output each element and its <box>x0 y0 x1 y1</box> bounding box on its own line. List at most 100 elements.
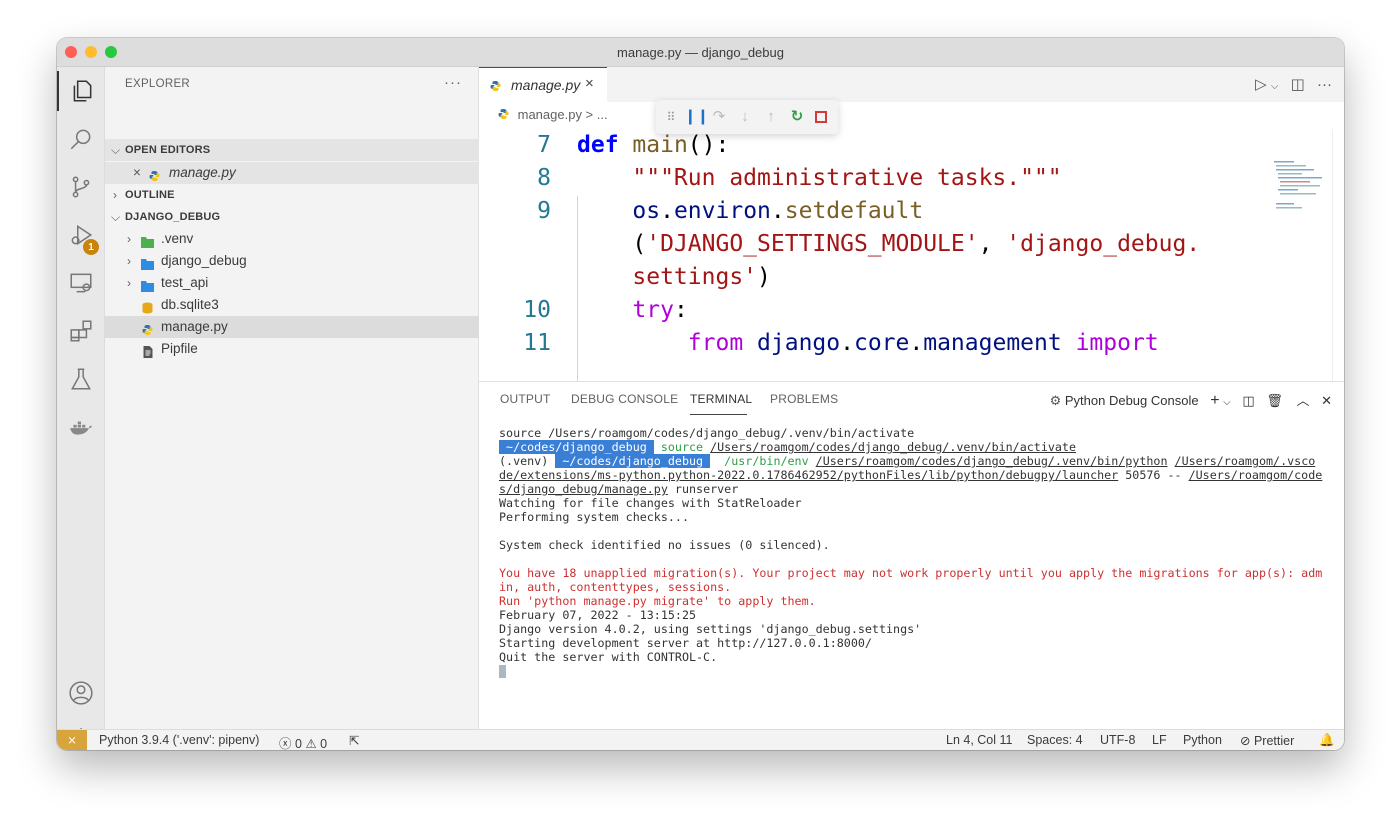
terminal-output[interactable]: source /Users/roamgom/codes/django_debug… <box>499 426 1329 678</box>
tab-manage-py[interactable]: manage.py × <box>479 67 607 102</box>
more-actions-icon[interactable]: ··· <box>1317 76 1332 93</box>
drag-handle-icon[interactable]: ⠿ <box>662 108 680 126</box>
pause-icon[interactable]: ❙❙ <box>684 108 709 126</box>
tree-item-pipfile[interactable]: Pipfile <box>105 338 479 360</box>
testing-icon[interactable] <box>57 359 105 399</box>
run-debug-icon[interactable]: 1 <box>57 215 105 255</box>
encoding[interactable]: UTF-8 <box>1100 733 1135 747</box>
minimap[interactable] <box>1274 159 1330 219</box>
tree-item-label: django_debug <box>161 253 247 268</box>
bottom-panel: OUTPUT DEBUG CONSOLE TERMINAL PROBLEMS ⚙… <box>479 381 1344 729</box>
tab-problems[interactable]: PROBLEMS <box>770 392 838 406</box>
terminal-name[interactable]: Python Debug Console <box>1065 393 1199 408</box>
prompt-cmd: source <box>653 440 711 454</box>
tree-item-manage-py[interactable]: manage.py <box>105 316 479 338</box>
terminal-text: 50576 -- <box>1118 468 1189 482</box>
source-control-icon[interactable] <box>57 167 105 207</box>
account-icon[interactable] <box>57 673 105 713</box>
open-editor-item[interactable]: × manage.py <box>105 162 479 184</box>
outline-label: OUTLINE <box>125 189 175 201</box>
split-terminal-icon[interactable]: ◫ <box>1242 393 1254 408</box>
run-icon[interactable]: ▷ <box>1255 76 1267 93</box>
window-title: manage.py — django_debug <box>617 45 784 60</box>
status-bar: ⨯ Python 3.9.4 ('.venv': pipenv) ⓧ 0 ⚠ 0… <box>57 729 1344 750</box>
notifications-icon[interactable]: 🔔 <box>1319 733 1335 748</box>
terminal-link[interactable]: /Users/roamgom/codes/django_debug/.venv/… <box>710 440 1076 454</box>
debug-status-icon[interactable]: ⇱ <box>349 733 359 748</box>
terminal-line: de/extensions/ms-python.python-2022.0.17… <box>499 468 1329 482</box>
close-icon[interactable]: × <box>133 162 141 184</box>
settings-icon[interactable] <box>57 721 105 729</box>
terminal-link[interactable]: /Users/roamgom/codes/django_debug/.venv/… <box>816 454 1168 468</box>
breadcrumb[interactable]: manage.py > ... <box>497 107 608 122</box>
code-token: os <box>632 198 661 224</box>
docker-icon[interactable] <box>57 407 105 447</box>
step-into-icon[interactable]: ↓ <box>736 108 754 126</box>
debug-console-icon: ⚙ <box>1049 393 1062 408</box>
code-token: ( <box>632 231 647 257</box>
vscode-window: manage.py — django_debug 1 EXPLORER ··· … <box>57 38 1344 750</box>
python-interpreter[interactable]: Python 3.9.4 ('.venv': pipenv) <box>99 733 259 747</box>
search-icon[interactable] <box>57 119 105 159</box>
indentation[interactable]: Spaces: 4 <box>1027 733 1083 747</box>
prettier-status[interactable]: ⊘ Prettier <box>1240 733 1294 748</box>
language-mode[interactable]: Python <box>1183 733 1222 747</box>
activity-bar: 1 1 <box>57 67 105 750</box>
explorer-more-button[interactable]: ··· <box>444 74 462 91</box>
chevron-down-icon[interactable]: ⌵ <box>1223 397 1231 408</box>
terminal-link[interactable]: s/django_debug/manage.py <box>499 482 668 496</box>
code-token: 'DJANGO_SETTINGS_MODULE' <box>646 231 979 257</box>
restart-icon[interactable]: ↻ <box>788 108 806 126</box>
prompt-cmd: /usr/bin/env <box>710 454 816 468</box>
tab-output[interactable]: OUTPUT <box>500 392 551 406</box>
cursor-position[interactable]: Ln 4, Col 11 <box>946 733 1012 747</box>
explorer-header: EXPLORER <box>125 78 191 90</box>
tree-item-venv[interactable]: › .venv <box>105 228 479 250</box>
project-section[interactable]: ⌵ DJANGO_DEBUG <box>105 206 479 228</box>
tab-debug-console[interactable]: DEBUG CONSOLE <box>571 392 678 406</box>
terminal-line: (.venv) ~/codes/django_debug /usr/bin/en… <box>499 454 1329 468</box>
editor-scrollbar[interactable] <box>1332 129 1344 381</box>
trash-icon[interactable]: 🗑 <box>1266 393 1283 408</box>
debug-badge: 1 <box>83 239 99 255</box>
files-icon[interactable] <box>57 71 105 111</box>
chevron-down-icon[interactable]: ⌵ <box>1271 81 1279 92</box>
remote-explorer-icon[interactable] <box>57 263 105 303</box>
step-out-icon[interactable]: ↑ <box>762 108 780 126</box>
code-token: , <box>978 231 1007 257</box>
close-icon[interactable]: × <box>585 75 594 92</box>
close-panel-icon[interactable]: ✕ <box>1321 393 1332 408</box>
terminal-link[interactable]: /Users/roamgom/.vsco <box>1175 454 1316 468</box>
end-of-line[interactable]: LF <box>1152 733 1167 747</box>
split-editor-icon[interactable]: ◫ <box>1291 76 1305 93</box>
outline-section[interactable]: › OUTLINE <box>105 184 479 206</box>
terminal-link[interactable]: /Users/roamgom/code <box>1189 468 1323 482</box>
code-editor[interactable]: 7 def main(): 8 """Run administrative task… <box>479 129 1269 381</box>
code-token: . <box>660 198 674 224</box>
code-token: main <box>632 132 688 158</box>
tab-terminal[interactable]: TERMINAL <box>690 392 752 406</box>
folder-venv-icon <box>141 233 154 248</box>
stop-icon[interactable] <box>812 108 830 126</box>
terminal-line: Quit the server with CONTROL-C. <box>499 650 718 664</box>
editor-area: manage.py × ▷ ⌵ ◫ ··· manage.py > ... 7d… <box>479 67 1344 729</box>
line-number: 8 <box>537 165 551 191</box>
warning-icon: ⚠ <box>305 737 317 750</box>
extensions-icon[interactable] <box>57 311 105 351</box>
terminal-line: Performing system checks... <box>499 510 689 524</box>
open-editors-section[interactable]: ⌵ OPEN EDITORS <box>105 139 479 161</box>
panel-actions: ⚙ Python Debug Console + ⌵ ◫ 🗑 ︿ ✕ <box>1050 390 1332 410</box>
problems-indicator[interactable]: ⓧ 0 ⚠ 0 <box>279 733 327 750</box>
code-text: try: <box>577 294 687 327</box>
tree-item-test-api[interactable]: › test_api <box>105 272 479 294</box>
add-terminal-icon[interactable]: + <box>1210 392 1219 409</box>
open-editor-label: manage.py <box>169 165 236 180</box>
maximize-panel-icon[interactable]: ︿ <box>1296 393 1309 408</box>
terminal-link[interactable]: de/extensions/ms-python.python-2022.0.17… <box>499 468 1118 482</box>
tree-item-db-sqlite3[interactable]: db.sqlite3 <box>105 294 479 316</box>
step-over-icon[interactable]: ↷ <box>710 108 728 126</box>
remote-indicator-icon[interactable]: ⨯ <box>57 730 87 750</box>
tree-item-django-debug[interactable]: › django_debug <box>105 250 479 272</box>
